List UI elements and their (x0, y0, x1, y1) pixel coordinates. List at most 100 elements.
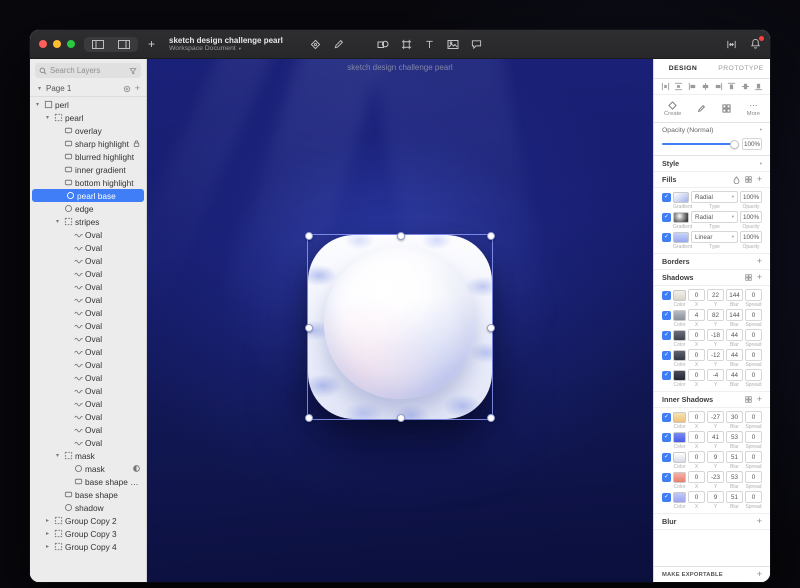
artboard-title[interactable]: sketch design challenge pearl (147, 63, 653, 72)
make-exportable-section[interactable]: MAKE EXPORTABLE + (654, 566, 770, 582)
layer-chevron[interactable]: ▾ (54, 452, 61, 459)
layer-row[interactable]: Oval (30, 241, 146, 254)
inner-shadow-blur-field[interactable]: 51 (726, 451, 743, 463)
layer-row[interactable]: base shape copy (30, 475, 146, 488)
artboard-tool-icon[interactable] (401, 39, 412, 50)
shadow-color-swatch[interactable] (673, 290, 686, 301)
shadow-spread-field[interactable]: 0 (745, 369, 762, 381)
inner-shadow-color-swatch[interactable] (673, 492, 686, 503)
align-middle-icon[interactable] (741, 82, 750, 91)
more-actions-button[interactable]: ⋯ More (747, 100, 760, 117)
shadow-y-field[interactable]: 82 (707, 309, 724, 321)
layer-row[interactable]: ▸ Group Copy 3 (30, 527, 146, 540)
inner-shadow-spread-field[interactable]: 0 (745, 491, 762, 503)
text-tool-icon[interactable] (424, 39, 435, 50)
shadow-enabled-checkbox[interactable]: ✓ (662, 351, 671, 360)
mirror-icon[interactable] (726, 39, 737, 50)
shadow-enabled-checkbox[interactable]: ✓ (662, 371, 671, 380)
inner-shadow-enabled-checkbox[interactable]: ✓ (662, 413, 671, 422)
fill-color-swatch[interactable] (673, 232, 689, 243)
toggle-inspector-panel-button[interactable] (112, 39, 136, 50)
layer-row[interactable]: Oval (30, 254, 146, 267)
shadow-spread-field[interactable]: 0 (745, 349, 762, 361)
layer-row[interactable]: Oval (30, 267, 146, 280)
shadow-color-swatch[interactable] (673, 310, 686, 321)
shadow-blur-field[interactable]: 144 (726, 309, 743, 321)
layer-row[interactable]: base shape (30, 488, 146, 501)
canvas[interactable]: sketch design challenge pearl (147, 59, 653, 582)
inner-shadow-enabled-checkbox[interactable]: ✓ (662, 453, 671, 462)
pearl-base-layer[interactable] (308, 235, 492, 419)
inner-shadow-blur-field[interactable]: 53 (726, 471, 743, 483)
inner-shadow-y-field[interactable]: 9 (707, 491, 724, 503)
shadow-x-field[interactable]: 0 (688, 349, 705, 361)
layer-row[interactable]: ▾ mask (30, 449, 146, 462)
image-tool-icon[interactable] (447, 39, 459, 50)
layer-row[interactable]: overlay (30, 124, 146, 137)
shadow-spread-field[interactable]: 0 (745, 329, 762, 341)
fill-type-select[interactable]: Linear▾ (691, 231, 738, 243)
pages-grid-icon[interactable] (123, 85, 131, 93)
align-left-icon[interactable] (688, 82, 697, 91)
inner-shadow-spread-field[interactable]: 0 (745, 431, 762, 443)
layer-row[interactable]: shadow (30, 501, 146, 514)
add-inner-shadow-button[interactable]: + (757, 395, 762, 404)
add-border-button[interactable]: + (757, 257, 762, 266)
inner-shadow-enabled-checkbox[interactable]: ✓ (662, 493, 671, 502)
shadow-x-field[interactable]: 0 (688, 289, 705, 301)
opacity-slider-knob[interactable] (730, 140, 739, 149)
inner-shadow-x-field[interactable]: 0 (688, 411, 705, 423)
fill-enabled-checkbox[interactable]: ✓ (662, 193, 671, 202)
shadow-blur-field[interactable]: 44 (726, 369, 743, 381)
layer-chevron[interactable]: ▾ (54, 218, 61, 225)
pencil-icon[interactable] (333, 39, 344, 50)
selection-handle[interactable] (305, 414, 313, 422)
layer-row[interactable]: Oval (30, 228, 146, 241)
shadow-enabled-checkbox[interactable]: ✓ (662, 311, 671, 320)
shadow-y-field[interactable]: -12 (707, 349, 724, 361)
align-center-horizontal-icon[interactable] (701, 82, 710, 91)
shadow-y-field[interactable]: -18 (707, 329, 724, 341)
layer-row[interactable]: Oval (30, 397, 146, 410)
inner-shadow-x-field[interactable]: 0 (688, 431, 705, 443)
inner-shadow-y-field[interactable]: 9 (707, 451, 724, 463)
align-right-icon[interactable] (714, 82, 723, 91)
layer-chevron[interactable]: ▾ (44, 114, 51, 121)
layer-row[interactable]: Oval (30, 306, 146, 319)
align-bottom-icon[interactable] (754, 82, 763, 91)
add-page-button[interactable]: + (135, 84, 140, 93)
add-export-button[interactable]: + (757, 570, 762, 579)
layer-row[interactable]: Oval (30, 423, 146, 436)
inspector-tab[interactable]: DESIGN (654, 59, 712, 78)
inner-shadow-blur-field[interactable]: 30 (726, 411, 743, 423)
minimize-window-button[interactable] (53, 40, 61, 48)
layer-row[interactable]: edge (30, 202, 146, 215)
shadow-spread-field[interactable]: 0 (745, 289, 762, 301)
inner-shadow-blur-field[interactable]: 51 (726, 491, 743, 503)
search-input[interactable]: Search Layers (35, 63, 141, 78)
chevron-down-icon[interactable]: ▾ (760, 127, 762, 134)
layer-row[interactable]: Oval (30, 436, 146, 449)
fill-enabled-checkbox[interactable]: ✓ (662, 213, 671, 222)
layer-row[interactable]: Oval (30, 358, 146, 371)
shadow-blur-field[interactable]: 144 (726, 289, 743, 301)
toggle-layers-panel-button[interactable] (86, 39, 110, 50)
layer-row[interactable]: inner gradient (30, 163, 146, 176)
layer-style-button[interactable] (722, 104, 731, 114)
insert-button[interactable]: + (145, 38, 158, 50)
opacity-slider[interactable] (662, 143, 737, 145)
inner-shadow-y-field[interactable]: 41 (707, 431, 724, 443)
shadow-x-field[interactable]: 4 (688, 309, 705, 321)
vector-pen-icon[interactable] (310, 39, 321, 50)
inner-shadow-y-field[interactable]: -27 (707, 411, 724, 423)
presets-grid-icon[interactable] (745, 176, 752, 183)
inner-shadow-y-field[interactable]: -23 (707, 471, 724, 483)
chevron-down-icon[interactable]: ▾ (760, 161, 762, 167)
inner-shadow-spread-field[interactable]: 0 (745, 451, 762, 463)
add-blur-button[interactable]: + (757, 517, 762, 526)
pearl-icon-artwork[interactable] (308, 235, 492, 419)
inner-shadow-x-field[interactable]: 0 (688, 451, 705, 463)
layer-row[interactable]: ▾ pearl (30, 111, 146, 124)
shadow-y-field[interactable]: 22 (707, 289, 724, 301)
distribute-horizontal-icon[interactable] (661, 82, 670, 91)
